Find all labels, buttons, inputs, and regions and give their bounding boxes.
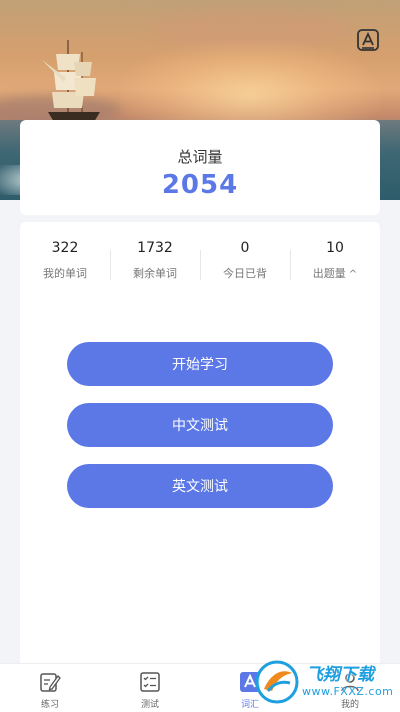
main-panel: 322 我的单词 1732 剩余单词 0 今日已背 10 出题量 ^ 开始学习 中… [20, 222, 380, 672]
nav-item-practice[interactable]: 练习 [0, 664, 100, 712]
sailing-ship-illustration [42, 40, 100, 122]
stat-label-with-toggle: 出题量 ^ [290, 265, 380, 281]
stat-label: 我的单词 [43, 267, 87, 280]
nav-item-test[interactable]: 测试 [100, 664, 200, 712]
watermark-url: www.FXXZ.com [302, 685, 394, 698]
stat-my-words[interactable]: 322 我的单词 [20, 236, 110, 296]
stat-remaining-words[interactable]: 1732 剩余单词 [110, 236, 200, 296]
stat-today-learned[interactable]: 0 今日已背 [200, 236, 290, 296]
stat-label: 剩余单词 [133, 267, 177, 280]
stat-value: 0 [240, 240, 250, 256]
stat-question-count[interactable]: 10 出题量 ^ [290, 236, 380, 296]
nav-label: 练习 [40, 700, 59, 710]
stat-label: 出题量 [312, 267, 346, 280]
stat-value: 322 [51, 240, 79, 256]
chevron-up-icon[interactable]: ^ [349, 269, 357, 280]
watermark-logo-icon [255, 660, 299, 704]
stat-label: 今日已背 [223, 267, 267, 280]
stat-value: 10 [326, 240, 344, 256]
chinese-test-button[interactable]: 中文测试 [67, 403, 333, 447]
english-test-button[interactable]: 英文测试 [67, 464, 333, 508]
watermark: 飞翔下载 www.FXXZ.com [250, 655, 400, 711]
total-words-card: 总词量 2054 [20, 120, 380, 215]
vocabulary-a-icon[interactable] [356, 28, 380, 52]
pencil-note-icon [40, 673, 61, 692]
nav-label: 测试 [140, 700, 159, 710]
start-learning-button[interactable]: 开始学习 [67, 342, 333, 386]
stat-value: 1732 [137, 240, 173, 256]
checklist-icon [140, 672, 160, 692]
total-words-label: 总词量 [177, 148, 223, 166]
watermark-title: 飞翔下载 [306, 665, 374, 685]
stats-row: 322 我的单词 1732 剩余单词 0 今日已背 10 出题量 ^ [20, 236, 380, 296]
total-words-value: 2054 [161, 170, 239, 200]
